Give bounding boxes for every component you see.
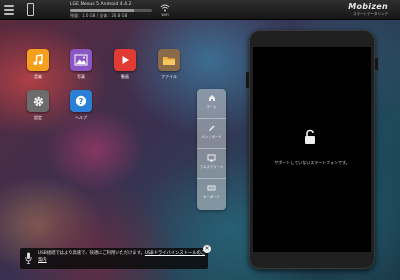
- app-label: 設定: [34, 115, 42, 120]
- app-label: 動画: [121, 74, 129, 79]
- wifi-icon: [160, 4, 170, 12]
- side-toolbar: ホーム ペン / ボード フルスクリーン キーボード: [197, 89, 226, 210]
- home-icon: [208, 95, 215, 101]
- phone-power-button: [375, 58, 378, 70]
- pen-icon: [208, 125, 214, 131]
- top-status-bar: LGE Nexus 5 Android 4.4.2 残量：1.0 GB / 全体…: [0, 0, 400, 20]
- toolbar-home-button[interactable]: ホーム: [197, 89, 226, 119]
- brand-subtitle: スマートデータリンク: [353, 12, 388, 16]
- video-play-icon: [114, 49, 136, 71]
- storage-progress-fill: [70, 9, 134, 12]
- storage-text: 残量：1.0 GB / 全体：26.8 GB: [70, 13, 128, 18]
- app-label: ヘルプ: [75, 115, 87, 120]
- wifi-label: WiFi: [161, 13, 169, 17]
- usb-notice-message: USB接続ではより高速で、快適にご利用いただけます。: [38, 251, 145, 256]
- menu-icon[interactable]: [4, 5, 14, 15]
- brand-logo: Mobizen: [348, 2, 388, 11]
- app-help[interactable]: ? ヘルプ: [66, 90, 96, 121]
- unsupported-device-message: サポートしていないスマートフォンです。: [274, 160, 350, 165]
- app-video[interactable]: 動画: [110, 49, 140, 80]
- toolbar-keyboard-button[interactable]: キーボード: [197, 179, 226, 209]
- music-icon: [27, 49, 49, 71]
- keyboard-icon: [207, 185, 216, 191]
- app-label: 写真: [77, 74, 85, 79]
- app-files[interactable]: ファイル: [154, 49, 184, 80]
- help-icon: ?: [70, 90, 92, 112]
- microphone-icon: [25, 252, 32, 264]
- folder-icon: [158, 49, 180, 71]
- svg-text:?: ?: [79, 97, 84, 106]
- photo-icon: [70, 49, 92, 71]
- phone-screen[interactable]: [253, 47, 371, 252]
- app-photo[interactable]: 写真: [66, 49, 96, 80]
- close-icon[interactable]: ×: [203, 245, 211, 253]
- unlock-icon: [305, 129, 315, 144]
- fullscreen-icon: [207, 154, 216, 162]
- app-label: 音楽: [34, 74, 42, 79]
- phone-connection-icon: [27, 3, 34, 16]
- device-name: LGE Nexus 5 Android 4.4.2: [70, 2, 132, 7]
- toolbar-label: キーボード: [203, 195, 220, 199]
- storage-progress-bar: [70, 9, 152, 12]
- toolbar-label: ホーム: [206, 105, 217, 109]
- toolbar-pen-button[interactable]: ペン / ボード: [197, 119, 226, 149]
- toolbar-label: フルスクリーン: [199, 165, 224, 169]
- app-label: ファイル: [161, 74, 177, 79]
- gear-icon: [27, 90, 49, 112]
- toolbar-fullscreen-button[interactable]: フルスクリーン: [197, 149, 226, 179]
- usb-notice-text: USB接続ではより高速で、快適にご利用いただけます。USBドライバインストールの…: [38, 251, 206, 264]
- app-music[interactable]: 音楽: [23, 49, 53, 80]
- toolbar-label: ペン / ボード: [201, 135, 222, 139]
- app-settings[interactable]: 設定: [23, 90, 53, 121]
